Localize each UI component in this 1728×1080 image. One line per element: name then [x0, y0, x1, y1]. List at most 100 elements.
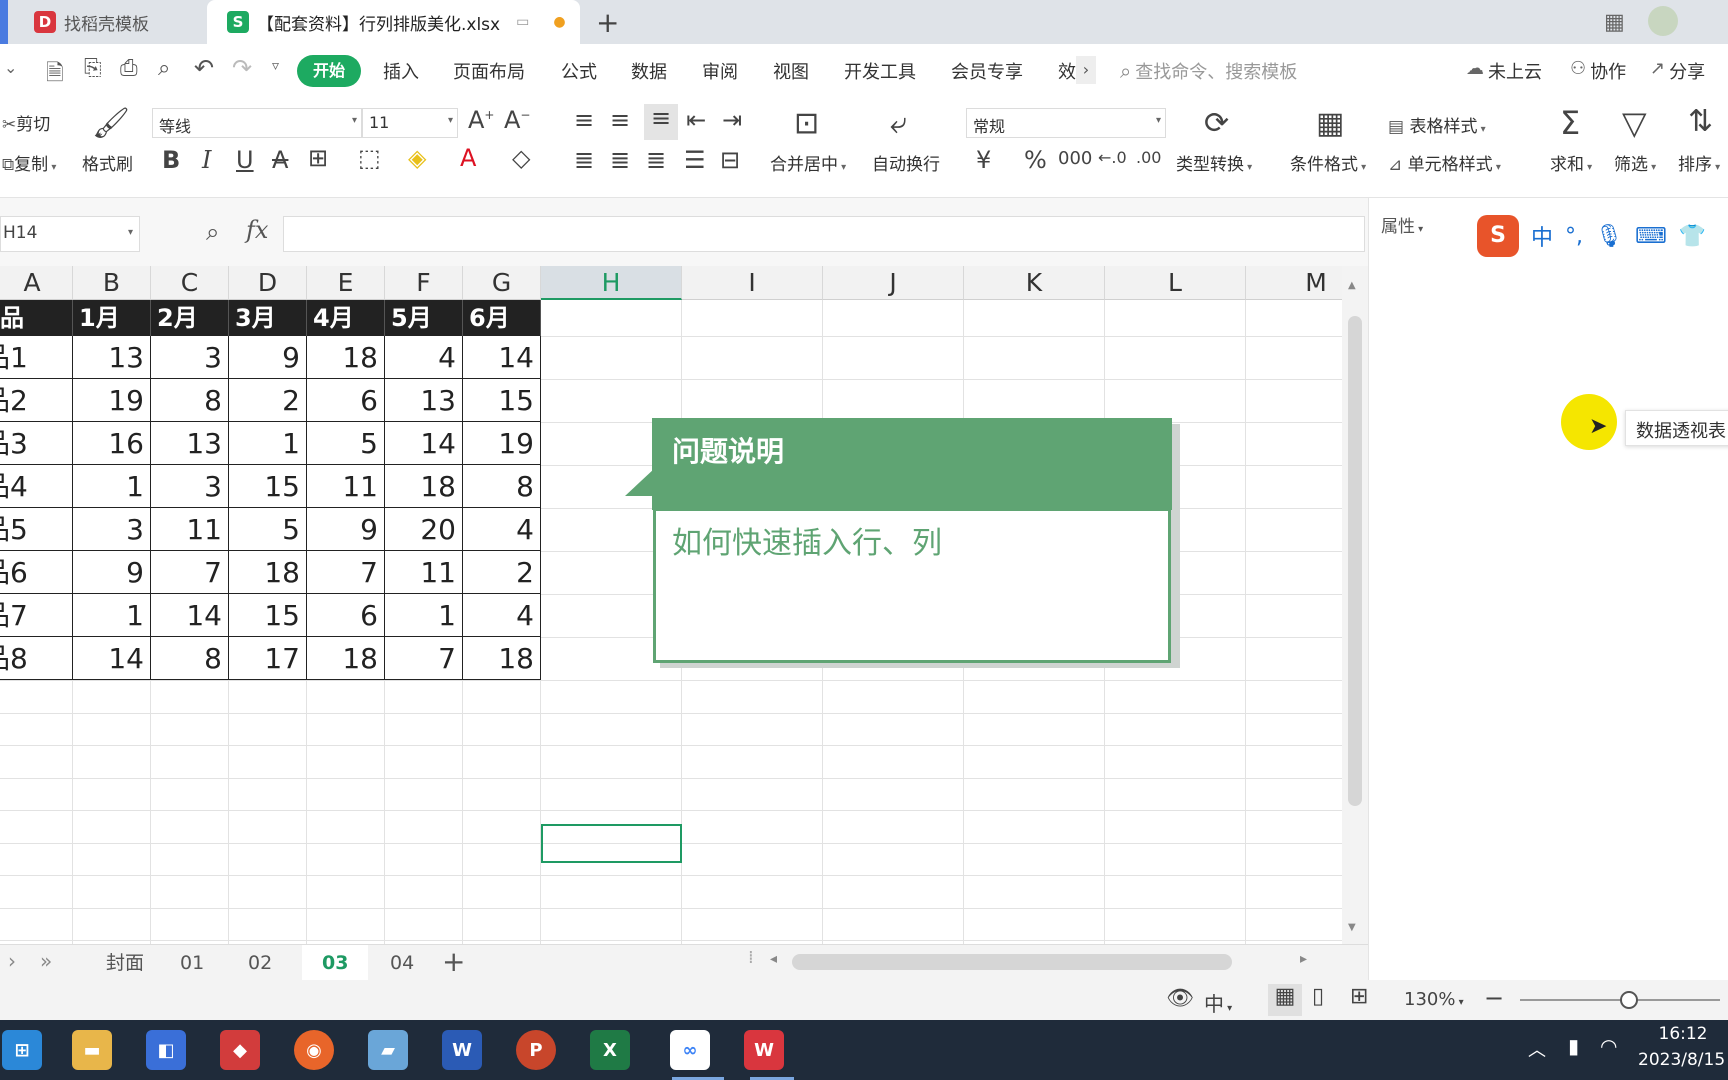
- table-cell[interactable]: 11: [151, 508, 229, 551]
- word-icon[interactable]: W: [442, 1030, 482, 1070]
- horizontal-scroll-thumb[interactable]: [792, 954, 1232, 970]
- keyboard-icon[interactable]: ⌨: [1635, 224, 1667, 249]
- column-header-h[interactable]: H: [541, 266, 682, 300]
- table-cell[interactable]: 11: [307, 465, 385, 508]
- format-painter-label[interactable]: 格式刷: [82, 150, 133, 175]
- redo-icon[interactable]: ↷: [232, 54, 252, 82]
- table-cell[interactable]: 7: [151, 551, 229, 594]
- sum-button[interactable]: 求和 ▾: [1550, 150, 1592, 175]
- table-header-cell[interactable]: 5月: [385, 300, 463, 336]
- column-header-m[interactable]: M: [1246, 266, 1342, 300]
- scroll-left-icon[interactable]: ◂: [770, 951, 777, 967]
- file-explorer-icon[interactable]: ▬: [72, 1030, 112, 1070]
- formula-input[interactable]: [283, 216, 1365, 252]
- table-cell[interactable]: 13: [151, 422, 229, 465]
- table-cell[interactable]: 15: [229, 465, 307, 508]
- table-cell[interactable]: 2: [463, 551, 541, 594]
- scroll-down-icon[interactable]: ▼: [1348, 922, 1356, 933]
- windows-start-icon[interactable]: ⊞: [2, 1030, 42, 1070]
- table-row-label[interactable]: 品7: [0, 594, 73, 637]
- merge-cells-icon[interactable]: ⊡: [794, 106, 819, 141]
- distributed-icon[interactable]: ⊟: [720, 146, 740, 174]
- table-row-label[interactable]: 品5: [0, 508, 73, 551]
- table-cell[interactable]: 2: [229, 379, 307, 422]
- export-pdf-icon[interactable]: ⎘: [84, 56, 102, 81]
- table-cell[interactable]: 18: [463, 637, 541, 680]
- menu-review[interactable]: 审阅: [702, 58, 738, 84]
- copy-button[interactable]: ⧉复制 ▾: [2, 150, 56, 175]
- align-top-icon[interactable]: ≡: [574, 106, 594, 134]
- scroll-up-icon[interactable]: ▲: [1348, 280, 1356, 291]
- page-break-view-icon[interactable]: ⊞: [1350, 984, 1368, 1009]
- tab-template-store[interactable]: D 找稻壳模板: [8, 0, 205, 44]
- table-cell[interactable]: 14: [385, 422, 463, 465]
- microphone-icon[interactable]: 🎙: [1595, 224, 1623, 249]
- table-cell[interactable]: 14: [463, 336, 541, 379]
- column-header-a[interactable]: A: [0, 266, 73, 300]
- sheet-tab-03[interactable]: 03: [302, 945, 369, 981]
- zoom-formula-icon[interactable]: ⌕: [206, 218, 219, 246]
- italic-icon[interactable]: I: [202, 146, 211, 174]
- increase-indent-icon[interactable]: ⇥: [722, 106, 742, 134]
- table-header-cell[interactable]: 3月: [229, 300, 307, 336]
- tray-chevron-up-icon[interactable]: ︿: [1528, 1036, 1546, 1062]
- cloud-status[interactable]: ☁ 未上云: [1466, 58, 1542, 84]
- decrease-indent-icon[interactable]: ⇤: [686, 106, 706, 134]
- table-cell[interactable]: 20: [385, 508, 463, 551]
- table-cell[interactable]: 4: [463, 508, 541, 551]
- table-cell[interactable]: 13: [73, 336, 151, 379]
- baidu-netdisk-icon[interactable]: ∞: [670, 1030, 710, 1070]
- prev-sheet-icon[interactable]: ›: [8, 949, 16, 973]
- ime-punct-icon[interactable]: °,: [1565, 224, 1583, 249]
- table-cell[interactable]: 18: [307, 637, 385, 680]
- print-preview-icon[interactable]: ⌕: [158, 56, 170, 81]
- ime-chinese-icon[interactable]: 中: [1531, 220, 1553, 252]
- zoom-out-icon[interactable]: −: [1484, 984, 1504, 1012]
- table-cell[interactable]: 8: [151, 379, 229, 422]
- menu-page-layout[interactable]: 页面布局: [453, 58, 525, 84]
- table-header-cell[interactable]: 2月: [151, 300, 229, 336]
- table-cell[interactable]: 16: [73, 422, 151, 465]
- table-cell[interactable]: 1: [385, 594, 463, 637]
- table-cell[interactable]: 3: [151, 336, 229, 379]
- table-cell[interactable]: 14: [151, 594, 229, 637]
- table-cell[interactable]: 18: [307, 336, 385, 379]
- grid-apps-icon[interactable]: ▦: [1604, 10, 1625, 35]
- increase-decimal-icon[interactable]: ←.0: [1098, 148, 1127, 167]
- quick-access-more-icon[interactable]: ▿: [272, 58, 279, 74]
- column-header-i[interactable]: I: [682, 266, 823, 300]
- wifi-icon[interactable]: ◠: [1600, 1034, 1617, 1058]
- table-cell[interactable]: 1: [229, 422, 307, 465]
- cell-style-button[interactable]: ⊿ 单元格样式 ▾: [1388, 150, 1501, 175]
- table-cell[interactable]: 9: [229, 336, 307, 379]
- conditional-format-button[interactable]: 条件格式 ▾: [1290, 150, 1366, 175]
- table-cell[interactable]: 7: [385, 637, 463, 680]
- merge-center-button[interactable]: 合并居中 ▾: [770, 150, 846, 175]
- sheet-tab-01[interactable]: 01: [160, 945, 224, 981]
- menu-data[interactable]: 数据: [631, 58, 667, 84]
- convert-type-icon[interactable]: ⟳: [1204, 106, 1229, 141]
- table-cell[interactable]: 9: [307, 508, 385, 551]
- column-header-g[interactable]: G: [463, 266, 541, 300]
- skin-icon[interactable]: 👕: [1679, 224, 1706, 249]
- vertical-scroll-thumb[interactable]: [1348, 316, 1362, 806]
- clock-time[interactable]: 16:12: [1638, 1024, 1728, 1044]
- sort-button[interactable]: 排序 ▾: [1678, 150, 1720, 175]
- table-cell[interactable]: 11: [385, 551, 463, 594]
- font-size-select[interactable]: 11 ▾: [362, 108, 458, 138]
- zoom-level[interactable]: 130% ▾: [1404, 989, 1464, 1010]
- excel-icon[interactable]: X: [590, 1030, 630, 1070]
- column-header-j[interactable]: J: [823, 266, 964, 300]
- table-style-button[interactable]: ▤ 表格样式 ▾: [1388, 112, 1486, 137]
- ime-status[interactable]: 中 ▾: [1204, 988, 1232, 1017]
- table-cell[interactable]: 1: [73, 594, 151, 637]
- zoom-slider-thumb[interactable]: [1620, 991, 1638, 1009]
- menu-start[interactable]: 开始: [297, 55, 361, 87]
- font-color-icon[interactable]: A: [460, 144, 476, 172]
- align-bottom-icon[interactable]: ≡: [644, 104, 678, 140]
- new-tab-icon[interactable]: +: [596, 6, 619, 39]
- sum-icon[interactable]: Σ: [1560, 104, 1580, 142]
- column-header-f[interactable]: F: [385, 266, 463, 300]
- table-cell[interactable]: 4: [385, 336, 463, 379]
- menu-formulas[interactable]: 公式: [561, 58, 597, 84]
